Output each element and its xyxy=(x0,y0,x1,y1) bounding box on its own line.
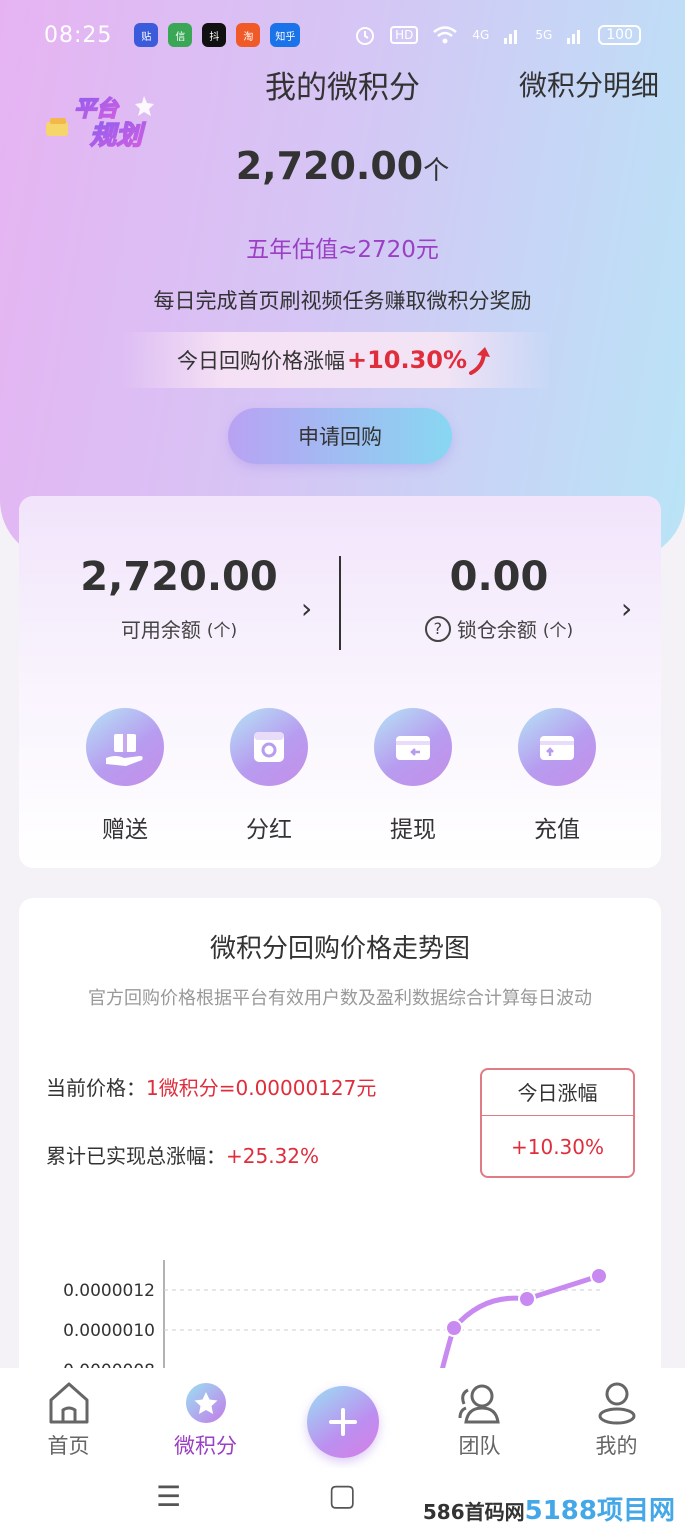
dividend-action[interactable]: 分红 xyxy=(197,708,341,844)
gift-hand-icon xyxy=(86,708,164,786)
nav-home[interactable]: 首页 xyxy=(0,1368,137,1468)
status-indicators: HD 4G 5G 100 xyxy=(354,24,641,46)
locked-balance-value: 0.00 xyxy=(449,554,549,600)
watermark-text-2: 5188项目网 xyxy=(524,1496,675,1526)
logo-text-line1: 平台 xyxy=(74,96,120,122)
nav-add[interactable] xyxy=(274,1368,411,1468)
total-rise: 累计已实现总涨幅：+25.32% xyxy=(46,1140,319,1169)
balance-divider xyxy=(339,556,341,650)
today-rise-box: 今日涨幅 +10.30% xyxy=(480,1068,635,1178)
available-balance[interactable]: 2,720.00 可用余额 (个) xyxy=(29,554,329,643)
chevron-right-icon[interactable]: › xyxy=(621,592,632,625)
up-arrow-icon xyxy=(469,347,491,375)
status-app-icons: 贴 信 抖 淘 知乎 xyxy=(134,23,301,47)
home-key-icon[interactable]: ▢ xyxy=(328,1478,356,1513)
y-tick-label: 0.0000010 xyxy=(63,1321,155,1341)
home-icon xyxy=(49,1382,88,1424)
withdraw-action[interactable]: 提现 xyxy=(341,708,485,844)
daily-rise-banner: 今日回购价格涨幅 +10.30% xyxy=(120,332,550,388)
available-balance-label-text: 可用余额 xyxy=(120,618,201,642)
y-tick-label: 0.0000012 xyxy=(63,1281,155,1301)
recharge-card-icon xyxy=(518,708,596,786)
status-bar: 08:25 贴 信 抖 淘 知乎 HD 4G 5G 100 xyxy=(0,0,685,70)
help-icon[interactable]: ? xyxy=(424,615,451,642)
total-rise-value: +25.32% xyxy=(226,1144,320,1168)
dividend-action-label: 分红 xyxy=(246,817,292,843)
withdraw-action-label: 提现 xyxy=(390,817,436,843)
zhihu-app-icon: 知乎 xyxy=(270,23,301,47)
gift-action-label: 赠送 xyxy=(102,817,148,843)
signal-bars-icon xyxy=(504,30,518,44)
star-badge-icon xyxy=(185,1383,226,1423)
trend-title: 微积分回购价格走势图 xyxy=(209,934,470,964)
task-description: 每日完成首页刷视频任务赚取微积分奖励 xyxy=(153,289,532,313)
dividend-box-icon xyxy=(230,708,308,786)
points-detail-link[interactable]: 微积分明细 xyxy=(519,64,659,104)
nav-mine-label: 我的 xyxy=(595,1434,638,1458)
recharge-action[interactable]: 充值 xyxy=(485,708,629,844)
available-balance-value: 2,720.00 xyxy=(80,554,278,600)
current-price: 当前价格：1微积分=0.00000127元 xyxy=(46,1072,376,1101)
menu-key-icon[interactable]: ☰ xyxy=(156,1480,181,1513)
wifi-icon xyxy=(433,26,458,44)
recharge-action-label: 充值 xyxy=(534,817,580,843)
message-app-icon: 信 xyxy=(168,23,193,47)
withdraw-card-icon xyxy=(374,708,452,786)
data-point xyxy=(590,1267,608,1285)
available-balance-label: 可用余额 (个) xyxy=(29,614,329,643)
alarm-icon xyxy=(356,27,375,45)
status-time: 08:25 xyxy=(44,22,113,48)
locked-balance-unit: (个) xyxy=(542,621,574,641)
signal-bars-icon xyxy=(567,30,581,44)
nav-points[interactable]: 微积分 xyxy=(137,1368,274,1468)
gift-action[interactable]: 赠送 xyxy=(53,708,197,844)
daily-rise-label: 今日回购价格涨幅 xyxy=(176,349,345,373)
data-point xyxy=(518,1290,536,1308)
team-icon xyxy=(458,1384,500,1424)
battery-indicator: 100 xyxy=(598,25,641,45)
current-price-label: 当前价格： xyxy=(46,1076,146,1100)
today-rise-value: +10.30% xyxy=(510,1135,605,1159)
chevron-right-icon[interactable]: › xyxy=(301,592,312,625)
total-rise-label: 累计已实现总涨幅： xyxy=(46,1144,226,1168)
nav-team-label: 团队 xyxy=(458,1434,501,1458)
nav-mine[interactable]: 我的 xyxy=(548,1368,685,1468)
action-row: 赠送 分红 提现 充值 xyxy=(19,708,661,844)
apply-buyback-button[interactable]: 申请回购 xyxy=(228,408,452,464)
total-points-unit: 个 xyxy=(423,156,450,186)
balance-card: 2,720.00 可用余额 (个) › 0.00 ? 锁仓余额 (个) › 赠送 分… xyxy=(19,496,661,868)
total-points-amount: 2,720.00个 xyxy=(0,144,685,188)
taobao-app-icon: 淘 xyxy=(236,23,261,47)
watermark: 586首码网5188项目网 xyxy=(423,1490,675,1527)
nav-team[interactable]: 团队 xyxy=(411,1368,548,1468)
bottom-nav: 首页 微积分 团队 我的 xyxy=(0,1368,685,1468)
nav-points-label: 微积分 xyxy=(174,1434,237,1458)
today-rise-label: 今日涨幅 xyxy=(482,1070,633,1116)
total-points-value: 2,720.00 xyxy=(235,144,424,188)
trend-description: 官方回购价格根据平台有效用户数及盈利数据综合计算每日波动 xyxy=(88,988,592,1009)
user-icon xyxy=(598,1382,635,1425)
tieba-app-icon: 贴 xyxy=(134,23,159,47)
hd-indicator: HD xyxy=(390,26,419,44)
locked-balance-label: ? 锁仓余额 (个) xyxy=(349,614,649,643)
signal-5g-icon: 5G xyxy=(535,28,553,42)
locked-balance-label-text: 锁仓余额 xyxy=(456,618,537,642)
watermark-text-1: 586首码网 xyxy=(422,1500,525,1524)
nav-home-label: 首页 xyxy=(47,1434,90,1458)
data-point xyxy=(445,1319,463,1337)
available-balance-unit: (个) xyxy=(206,621,238,641)
signal-4g-icon: 4G xyxy=(472,28,490,42)
five-year-estimate: 五年估值≈2720元 xyxy=(246,237,439,263)
current-price-value: 1微积分=0.00000127元 xyxy=(146,1076,377,1100)
douyin-app-icon: 抖 xyxy=(202,23,227,47)
plus-icon[interactable] xyxy=(306,1386,379,1458)
price-trend-card: 微积分回购价格走势图 官方回购价格根据平台有效用户数及盈利数据综合计算每日波动 … xyxy=(19,898,661,1418)
locked-balance[interactable]: 0.00 ? 锁仓余额 (个) xyxy=(349,554,649,643)
daily-rise-value: +10.30% xyxy=(346,346,468,374)
